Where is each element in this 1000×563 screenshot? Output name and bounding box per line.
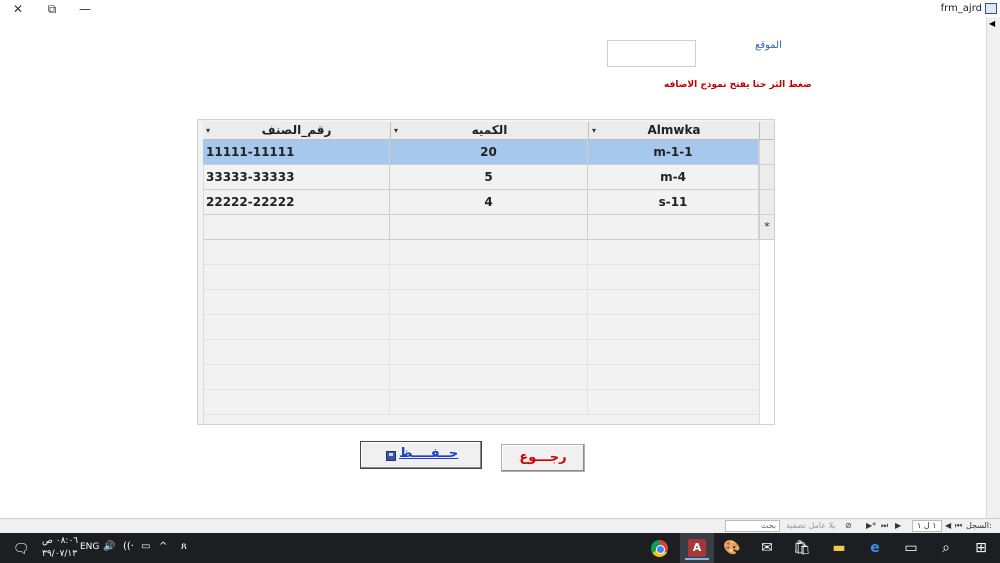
taskbar-mail[interactable]: ✉ (754, 536, 780, 560)
new-record-icon[interactable]: ▶* (866, 521, 876, 530)
search-button[interactable]: ⌕ (933, 536, 959, 560)
taskbar-file-explorer[interactable]: ▬ (826, 536, 852, 560)
edge-icon: e (870, 540, 880, 556)
row-selector[interactable] (759, 140, 774, 165)
location-cell[interactable] (588, 215, 759, 240)
location-label: الموقع (755, 40, 782, 51)
windows-taskbar: 🗨 ٠٨:٠٦ ص ٣٩/٠٧/١٣ ENG 🔊 ((· ▭ ^ ጸ A 🎨 ✉… (0, 533, 1000, 563)
taskbar-store[interactable]: 🛍 (789, 536, 815, 560)
item-no-cell[interactable]: 33333-33333 (203, 165, 390, 190)
table-row[interactable]: 33333-33333 5 m-4 (203, 165, 759, 190)
battery-icon[interactable]: ▭ (141, 541, 150, 552)
task-view-button[interactable]: ▭ (898, 536, 924, 560)
chrome-icon (651, 540, 668, 557)
sort-dropdown-icon[interactable]: ▾ (592, 122, 596, 139)
column-header-location[interactable]: ▾ Almwka (589, 122, 760, 140)
quantity-cell[interactable]: 4 (390, 190, 588, 215)
record-label: السجل: (966, 521, 992, 530)
start-button[interactable]: ⊞ (968, 536, 994, 560)
row-selector[interactable] (759, 165, 774, 190)
column-header-label: رقم_الصنف (261, 123, 332, 137)
grid-scrollbar-track[interactable] (759, 240, 774, 424)
sort-dropdown-icon[interactable]: ▾ (206, 122, 210, 139)
item-no-cell[interactable] (203, 215, 390, 240)
quantity-cell[interactable]: 20 (390, 140, 588, 165)
new-record-row[interactable] (203, 215, 759, 240)
table-row[interactable]: 22222-22222 4 s-11 (203, 190, 759, 215)
new-record-marker[interactable]: * (759, 215, 774, 240)
save-button[interactable]: حــفــــظ (360, 441, 482, 469)
restore-icon[interactable]: ⧉ (45, 2, 59, 17)
location-cell[interactable]: s-11 (588, 190, 759, 215)
show-hidden-icons-icon[interactable]: ^ (159, 541, 167, 552)
column-header-quantity[interactable]: ▾ الكميه (391, 122, 589, 140)
search-icon: ⌕ (942, 540, 950, 556)
store-icon: 🛍 (793, 540, 811, 556)
save-disk-icon (386, 451, 396, 461)
item-no-cell[interactable]: 22222-22222 (203, 190, 390, 215)
clock-time[interactable]: ٠٨:٠٦ ص (42, 536, 78, 546)
form-icon (985, 3, 997, 14)
location-cell[interactable]: m-4 (588, 165, 759, 190)
mail-icon: ✉ (761, 540, 773, 556)
sort-dropdown-icon[interactable]: ▾ (394, 122, 398, 139)
paint-icon: 🎨 (723, 540, 741, 556)
hint-text: ضغط الثر حتا يفتح نموذج الاضافه (664, 80, 812, 90)
quantity-cell[interactable] (390, 215, 588, 240)
vertical-scrollbar[interactable]: ◀ (986, 17, 1000, 519)
column-header-label: Almwka (647, 123, 701, 137)
last-record-icon[interactable]: ⏭ (881, 521, 888, 531)
wifi-icon[interactable]: ((· (123, 541, 134, 552)
windows-logo-icon: ⊞ (975, 540, 987, 556)
filter-status[interactable]: بلا عامل تصفية (786, 521, 836, 530)
filter-icon[interactable]: ⊘ (845, 521, 852, 530)
location-cell[interactable]: m-1-1 (588, 140, 759, 165)
record-count-field[interactable]: ١ ل ١ (912, 520, 942, 532)
scroll-left-arrow-icon[interactable]: ◀ (989, 19, 995, 28)
folder-icon: ▬ (832, 540, 846, 556)
back-button[interactable]: رجـــوع (501, 444, 585, 472)
taskbar-access[interactable]: A (684, 536, 710, 560)
taskbar-edge[interactable]: e (862, 536, 888, 560)
table-row[interactable]: 11111-11111 20 m-1-1 (203, 140, 759, 165)
taskbar-paint[interactable]: 🎨 (719, 536, 745, 560)
search-input[interactable]: بحث (725, 520, 780, 532)
next-record-icon[interactable]: ▶ (895, 521, 901, 530)
task-view-icon: ▭ (904, 540, 918, 556)
column-header-label: الكميه (471, 123, 508, 137)
item-no-cell[interactable]: 11111-11111 (203, 140, 390, 165)
window-title-bar: ✕ ⧉ — frm_ajrd (0, 0, 1000, 18)
first-record-icon[interactable]: ⏮ (955, 521, 962, 531)
notification-icon[interactable]: 🗨 (13, 542, 30, 557)
close-icon[interactable]: ✕ (11, 2, 25, 16)
people-icon[interactable]: ጸ (181, 541, 187, 552)
language-indicator[interactable]: ENG (80, 542, 99, 552)
column-header-item-no[interactable]: ▾ رقم_الصنف (203, 122, 391, 140)
location-input[interactable] (607, 40, 696, 67)
datasheet-grid: ▾ رقم_الصنف ▾ الكميه ▾ Almwka 11111-1111… (197, 119, 775, 425)
row-selector[interactable] (759, 190, 774, 215)
record-navigation-bar: السجل: ⏮ ◀ ١ ل ١ ▶ ⏭ ▶* ⊘ بلا عامل تصفية… (0, 518, 1000, 533)
save-button-label: حــفــــظ (399, 446, 459, 461)
access-icon: A (688, 539, 706, 557)
volume-icon[interactable]: 🔊 (103, 541, 115, 552)
previous-record-icon[interactable]: ◀ (945, 521, 951, 530)
clock-date[interactable]: ٣٩/٠٧/١٣ (42, 549, 77, 559)
back-button-label: رجـــوع (519, 450, 567, 465)
taskbar-chrome[interactable] (646, 536, 672, 560)
quantity-cell[interactable]: 5 (390, 165, 588, 190)
select-all-corner[interactable] (760, 122, 774, 140)
minimize-icon[interactable]: — (78, 2, 92, 16)
document-title: frm_ajrd (940, 3, 982, 14)
